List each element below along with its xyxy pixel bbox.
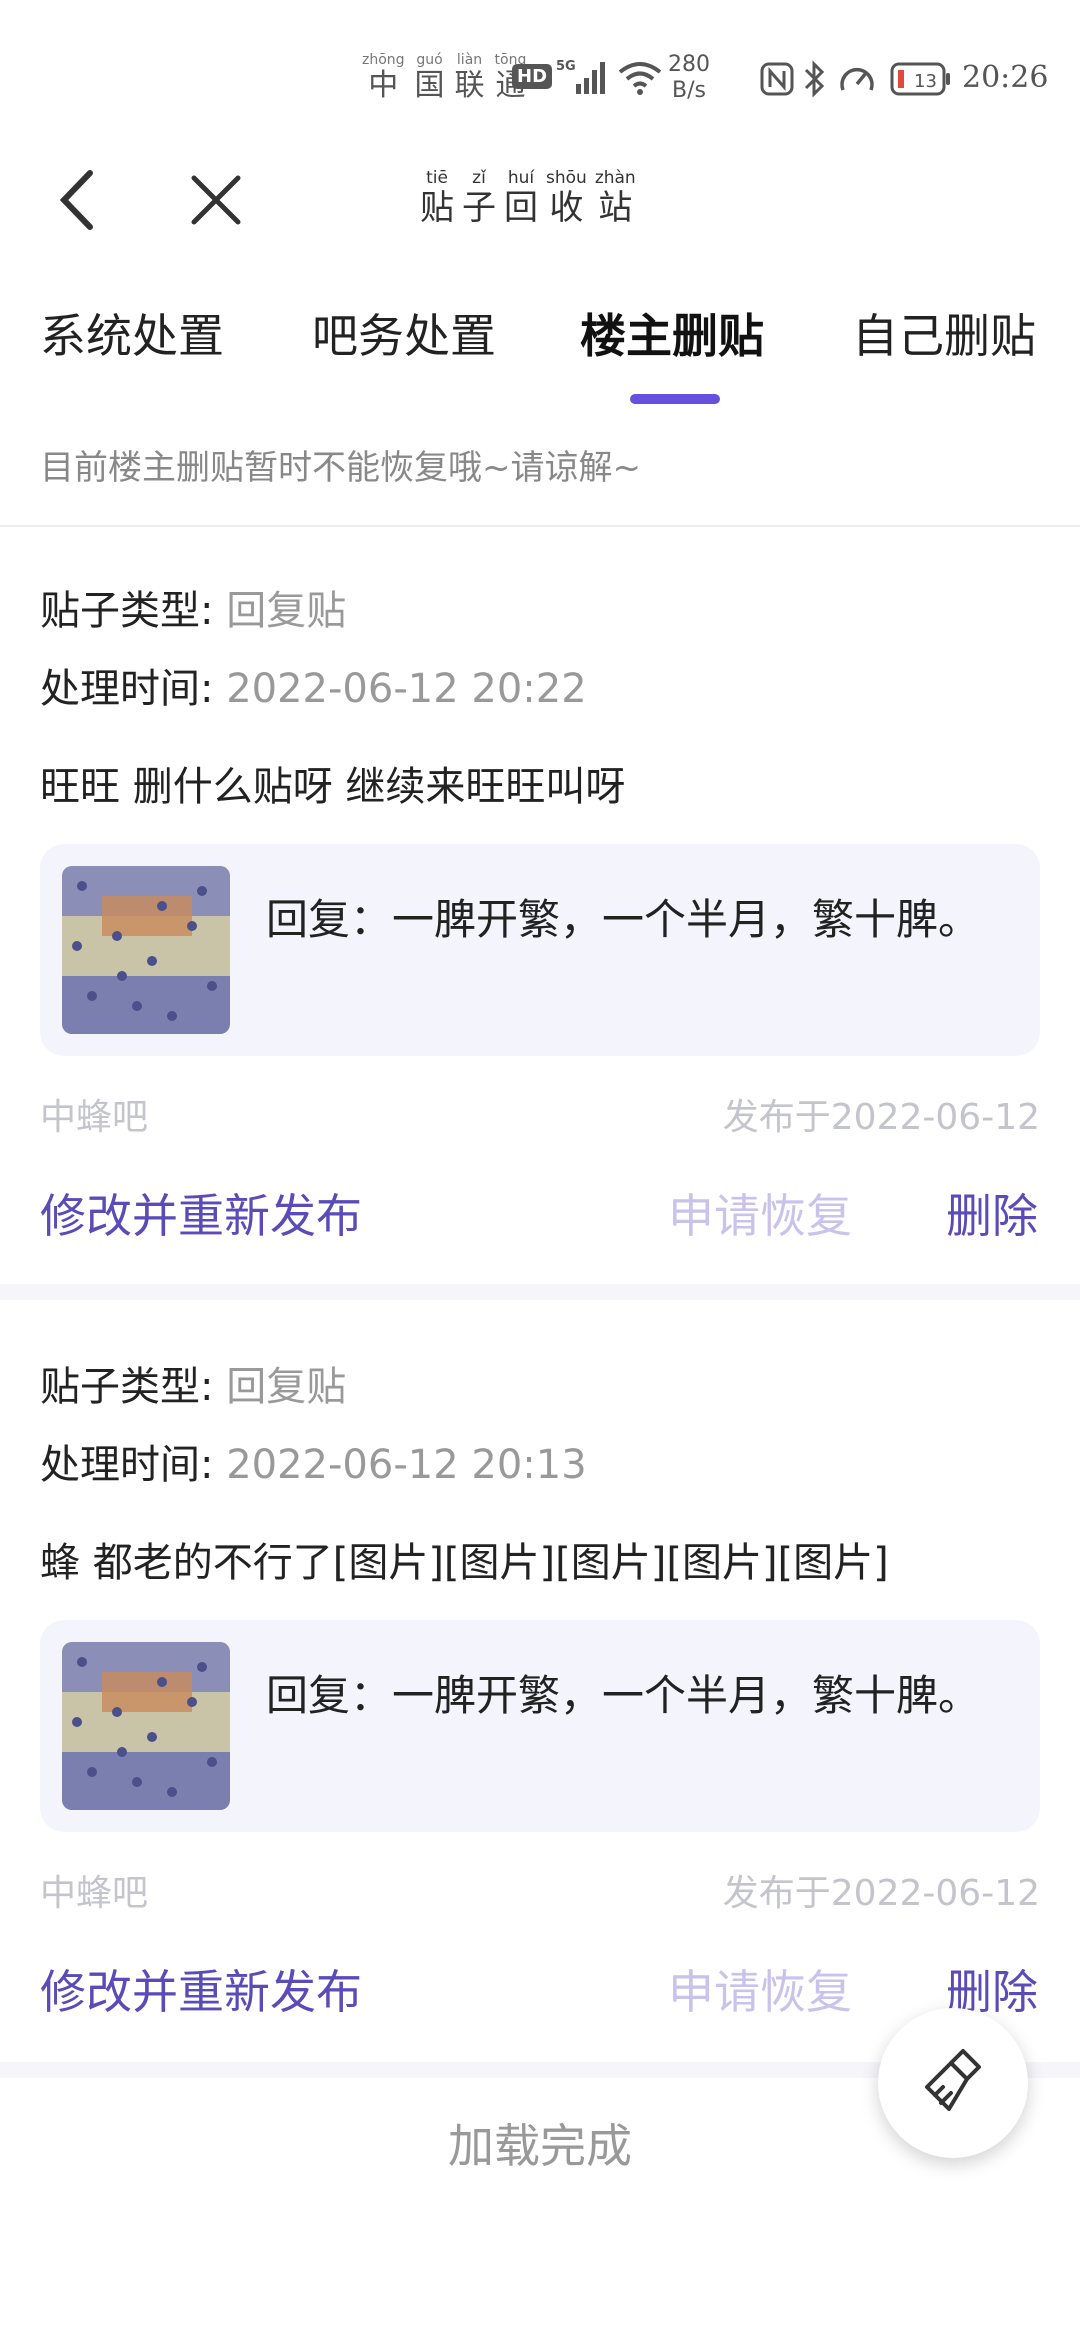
post-type-row: 贴子类型: 回复贴 <box>40 588 347 634</box>
divider <box>0 525 1080 527</box>
clean-button[interactable] <box>878 2008 1028 2158</box>
tab-self-deleted[interactable]: 自己删贴 <box>852 300 1036 366</box>
broom-icon <box>925 2049 981 2111</box>
tab-bar: 系统处置 吧务处置 楼主删贴 自己删贴 <box>0 300 1080 410</box>
clock: 20:26 <box>962 60 1049 95</box>
post-content: 旺旺 删什么贴呀 继续来旺旺叫呀 <box>40 764 626 810</box>
section-gap <box>0 1284 1080 1300</box>
request-restore-button[interactable]: 申请恢复 <box>668 1956 852 2022</box>
publish-date: 发布于2022-06-12 <box>722 1097 1040 1138</box>
request-restore-button[interactable]: 申请恢复 <box>668 1180 852 1246</box>
hd-badge: HD <box>512 64 553 89</box>
forum-name[interactable]: 中蜂吧 <box>40 1864 148 1916</box>
carrier-name: zhōng 中 guó 国 liàn 联 tōng 通 <box>362 52 527 103</box>
close-button[interactable] <box>186 170 246 230</box>
bluetooth-icon <box>804 60 825 98</box>
post-type-row: 贴子类型: 回复贴 <box>40 1364 347 1410</box>
back-button[interactable] <box>52 165 102 235</box>
chevron-left-icon <box>59 170 93 230</box>
active-tab-indicator <box>630 394 720 404</box>
thumbnail-image <box>62 1642 230 1810</box>
battery-icon: 13 <box>890 62 950 96</box>
notice-text: 目前楼主删贴暂时不能恢复哦~请谅解~ <box>40 448 641 488</box>
signal-icon: 5G <box>556 59 605 94</box>
status-bar: zhōng 中 guó 国 liàn 联 tōng 通 HD 5G 280 B/s 13… <box>0 0 1080 140</box>
forum-name[interactable]: 中蜂吧 <box>40 1088 148 1140</box>
page-title: tiē 贴 zǐ 子 huí 回 shōu 收 zhàn 站 <box>420 168 636 228</box>
network-speed: 280 B/s <box>668 52 710 103</box>
tab-moderator[interactable]: 吧务处置 <box>312 300 496 366</box>
quote-text: 回复：一脾开繁，一个半月，繁十脾。 <box>266 895 981 944</box>
speed-gauge-icon <box>840 67 874 91</box>
close-icon <box>191 175 241 225</box>
process-time-row: 处理时间: 2022-06-12 20:22 <box>40 666 587 712</box>
edit-republish-button[interactable]: 修改并重新发布 <box>40 1180 362 1246</box>
edit-republish-button[interactable]: 修改并重新发布 <box>40 1956 362 2022</box>
publish-date: 发布于2022-06-12 <box>722 1873 1040 1914</box>
wifi-icon <box>618 62 662 95</box>
nfc-icon <box>760 62 794 96</box>
quoted-post[interactable]: 回复：一脾开繁，一个半月，繁十脾。 <box>40 844 1040 1056</box>
delete-button[interactable]: 删除 <box>946 1180 1038 1246</box>
tab-op-deleted[interactable]: 楼主删贴 <box>580 300 764 366</box>
post-content: 蜂 都老的不行了[图片][图片][图片][图片][图片] <box>40 1540 889 1586</box>
thumbnail-image <box>62 866 230 1034</box>
quoted-post[interactable]: 回复：一脾开繁，一个半月，繁十脾。 <box>40 1620 1040 1832</box>
svg-text:13: 13 <box>914 71 937 92</box>
svg-text:5G: 5G <box>556 59 576 74</box>
process-time-row: 处理时间: 2022-06-12 20:13 <box>40 1442 587 1488</box>
quote-text: 回复：一脾开繁，一个半月，繁十脾。 <box>266 1671 981 1720</box>
tab-system[interactable]: 系统处置 <box>40 300 224 366</box>
